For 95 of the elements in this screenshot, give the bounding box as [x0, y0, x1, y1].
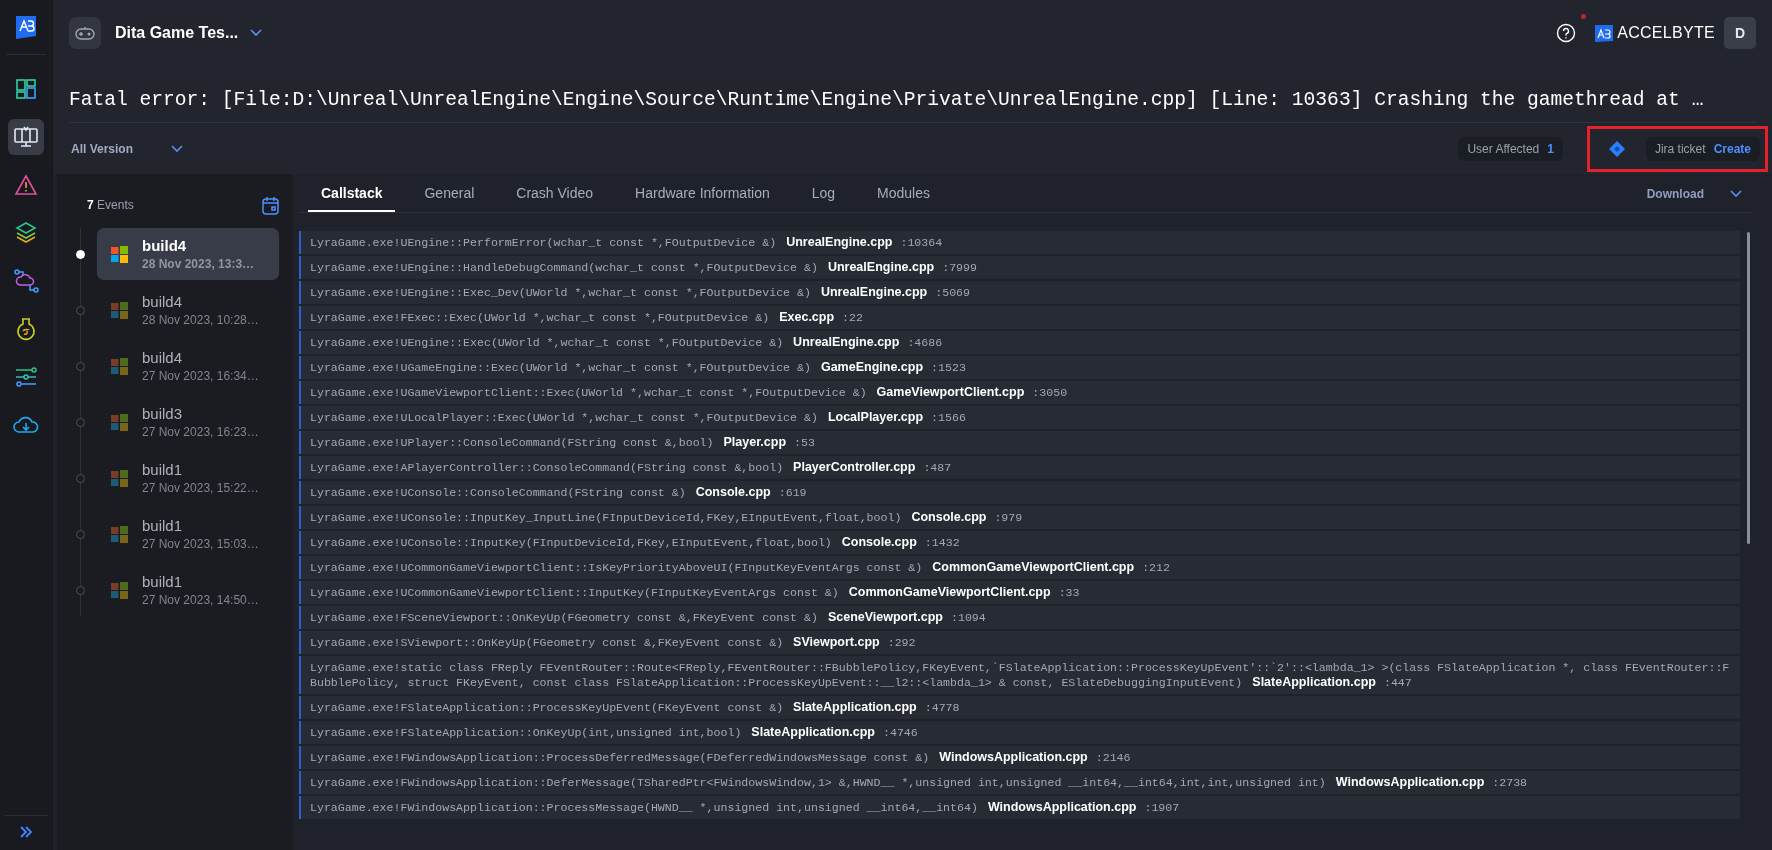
build-name: build4 — [142, 237, 188, 254]
crash-title: Fatal error: [File:D:\Unreal\UnrealEngine\Engine\Source\Runtime\Engine\Private\UnrealEngine.cpp] [Line: 10363] Crashing the gamethread at … — [69, 65, 1756, 123]
nav-item[interactable] — [8, 119, 44, 155]
tab[interactable]: Modules — [864, 176, 943, 212]
windows-icon — [111, 245, 128, 263]
event-item[interactable]: build1 27 Nov 2023, 14:50… — [97, 564, 279, 616]
event-time: 27 Nov 2023, 16:23… — [142, 425, 259, 439]
sliders-icon — [14, 366, 38, 388]
callstack-entry: LyraGame.exe!SViewport::OnKeyUp(FGeometry const &,FKeyEvent const &) SViewport.cpp :292 — [299, 631, 1740, 654]
user-affected-label: User Affected — [1467, 141, 1540, 156]
timeline-dot — [76, 585, 85, 595]
timeline-dot — [76, 473, 85, 483]
help-icon[interactable] — [1556, 22, 1577, 43]
callstack-entry: LyraGame.exe!UConsole::InputKey_InputLine(FInputDeviceId,FKey,EInputEvent,float,bool) Console.cpp :979 — [299, 506, 1740, 529]
version-dropdown[interactable]: All Version — [71, 141, 184, 156]
monitor-icon — [13, 125, 39, 149]
create-link[interactable]: Create — [1713, 141, 1751, 156]
callstack-entry: LyraGame.exe!UCommonGameViewportClient::InputKey(FInputKeyEventArgs const &) CommonGameViewportClient.cpp :33 — [299, 581, 1740, 604]
event-time: 27 Nov 2023, 15:22… — [142, 481, 259, 495]
scrollbar[interactable] — [1747, 232, 1750, 544]
callstack-entry: LyraGame.exe!UPlayer::ConsoleCommand(FString const &,bool) Player.cpp :53 — [299, 431, 1740, 454]
layers-icon — [14, 221, 38, 245]
event-time: 27 Nov 2023, 16:34… — [142, 369, 259, 383]
tab[interactable]: Log — [798, 176, 849, 212]
callstack-entry: LyraGame.exe!FWindowsApplication::DeferMessage(TSharedPtr<FWindowsWindow,1> &,HWND__ *,unsigned int,unsigned __int64,__int64,int,int,unsigned int) WindowsApplication.cpp :2738 — [299, 771, 1740, 794]
callstack-entry: LyraGame.exe!FSlateApplication::ProcessKeyUpEvent(FKeyEvent const &) SlateApplication.cpp :4778 — [299, 696, 1740, 719]
chevron-down-icon — [1730, 190, 1742, 198]
callstack-entry: LyraGame.exe!FWindowsApplication::ProcessMessage(HWND__ *,unsigned int,unsigned __int64,__int64) WindowsApplication.cpp :1907 — [299, 796, 1740, 819]
project-name[interactable]: Dita Game Tes... — [115, 23, 239, 42]
callstack-entry: LyraGame.exe!UConsole::ConsoleCommand(FString const &) Console.cpp :619 — [299, 481, 1740, 504]
tab[interactable]: Crash Video — [503, 176, 607, 212]
callstack-entry: LyraGame.exe!FExec::Exec(UWorld *,wchar_t const *,FOutputDevice &) Exec.cpp :22 — [299, 306, 1740, 329]
event-item[interactable]: build4 27 Nov 2023, 16:34… — [97, 340, 279, 392]
event-time: 28 Nov 2023, 13:3… — [142, 257, 255, 271]
callstack-entry: LyraGame.exe!UEngine::HandleDebugCommand(wchar_t const *,FOutputDevice &) UnrealEngine.cpp :7999 — [299, 256, 1740, 279]
windows-icon — [111, 413, 128, 431]
logo-icon[interactable] — [14, 14, 38, 40]
callstack-entry: LyraGame.exe!UEngine::PerformError(wchar_t const *,FOutputDevice &) UnrealEngine.cpp :10364 — [299, 231, 1740, 254]
warning-icon — [14, 174, 38, 196]
diamond-icon — [1607, 139, 1626, 158]
tab[interactable]: Callstack — [308, 176, 396, 212]
windows-icon — [111, 301, 128, 319]
windows-icon — [111, 525, 128, 543]
event-time: 27 Nov 2023, 15:03… — [142, 537, 259, 551]
callstack-entry: LyraGame.exe!UGameEngine::Exec(UWorld *,wchar_t const *,FOutputDevice &) GameEngine.cpp :1523 — [299, 356, 1740, 379]
events-count: 7 Events — [87, 198, 134, 212]
user-avatar[interactable]: D — [1724, 16, 1756, 49]
callstack-entry: LyraGame.exe!UEngine::Exec_Dev(UWorld *,wchar_t const *,FOutputDevice &) UnrealEngine.cpp :5069 — [299, 281, 1740, 304]
event-item[interactable]: build1 27 Nov 2023, 15:03… — [97, 508, 279, 560]
event-item[interactable]: build1 27 Nov 2023, 15:22… — [97, 452, 279, 504]
event-item[interactable]: build4 28 Nov 2023, 13:3… — [97, 228, 279, 280]
event-item[interactable]: build4 28 Nov 2023, 10:28… — [97, 284, 279, 336]
build-name: build3 — [142, 405, 184, 422]
brand-name: ACCELBYTE — [1617, 23, 1715, 42]
download-dropdown[interactable]: Download — [1640, 176, 1748, 212]
callstack-entry: LyraGame.exe!static class FReply FEventRouter::Route<FReply,FEventRouter::FBubblePolicy,FKeyEvent,`FSlateApplication::ProcessKeyUpEvent'::`2'::<lambda_1> >(class FSlateApplication *, class FEventRouter::FBubblePolicy, struct FKeyEvent, const class FSlateApplication::ProcessKeyUpEvent::__l2::<lambda_1> & const, ESlateDebuggingInputEvent) SlateApplication.cpp :447 — [299, 656, 1740, 694]
gamepad-icon — [69, 16, 101, 49]
build-name: build4 — [142, 349, 184, 366]
timeline-dot — [76, 249, 85, 259]
build-name: build1 — [142, 573, 184, 590]
jira-label: Jira ticket — [1654, 141, 1706, 156]
timeline-dot — [76, 305, 85, 315]
callstack-entry: LyraGame.exe!UGameViewportClient::Exec(UWorld *,wchar_t const *,FOutputDevice &) GameViewportClient.cpp :3050 — [299, 381, 1740, 404]
cloud-download-icon — [12, 414, 40, 436]
chevron-down-icon — [171, 144, 184, 153]
user-affected-count: 1 — [1547, 141, 1554, 156]
build-name: build4 — [142, 293, 184, 310]
build-name: build1 — [142, 517, 184, 534]
callstack-entry: LyraGame.exe!ULocalPlayer::Exec(UWorld *,wchar_t const *,FOutputDevice &) LocalPlayer.cpp :1566 — [299, 406, 1740, 429]
callstack-entry: LyraGame.exe!FSlateApplication::OnKeyUp(int,unsigned int,bool) SlateApplication.cpp :4746 — [299, 721, 1740, 744]
windows-icon — [111, 357, 128, 375]
flask-icon — [15, 317, 37, 341]
windows-icon — [111, 581, 128, 599]
chevron-down-icon[interactable] — [250, 28, 263, 37]
dashboard-icon — [15, 78, 37, 100]
timeline-dot — [76, 529, 85, 539]
event-time: 28 Nov 2023, 10:28… — [142, 313, 259, 327]
tab[interactable]: Hardware Information — [622, 176, 783, 212]
callstack-entry: LyraGame.exe!UEngine::Exec(UWorld *,wchar_t const *,FOutputDevice &) UnrealEngine.cpp :4686 — [299, 331, 1740, 354]
cloud-flow-icon — [13, 269, 39, 293]
build-name: build1 — [142, 461, 184, 478]
expand-icon[interactable] — [19, 826, 33, 838]
brand-logo-icon — [1594, 22, 1615, 43]
tab[interactable]: General — [411, 176, 488, 212]
calendar-icon[interactable] — [262, 195, 279, 215]
event-item[interactable]: build3 27 Nov 2023, 16:23… — [97, 396, 279, 448]
windows-icon — [111, 469, 128, 487]
event-time: 27 Nov 2023, 14:50… — [142, 593, 259, 607]
callstack-entry: LyraGame.exe!FWindowsApplication::ProcessDeferredMessage(FDeferredWindowsMessage const &) WindowsApplication.cpp :2146 — [299, 746, 1740, 769]
callstack-entry: LyraGame.exe!FSceneViewport::OnKeyUp(FGeometry const &,FKeyEvent const &) SceneViewport.cpp :1094 — [299, 606, 1740, 629]
callstack-entry: LyraGame.exe!APlayerController::ConsoleCommand(FString const &,bool) PlayerController.cpp :487 — [299, 456, 1740, 479]
callstack-entry: LyraGame.exe!UCommonGameViewportClient::IsKeyPriorityAboveUI(FInputKeyEventArgs const &) CommonGameViewportClient.cpp :212 — [299, 556, 1740, 579]
timeline-dot — [76, 417, 85, 427]
callstack-entry: LyraGame.exe!UConsole::InputKey(FInputDeviceId,FKey,EInputEvent,float,bool) Console.cpp :1432 — [299, 531, 1740, 554]
timeline-dot — [76, 361, 85, 371]
